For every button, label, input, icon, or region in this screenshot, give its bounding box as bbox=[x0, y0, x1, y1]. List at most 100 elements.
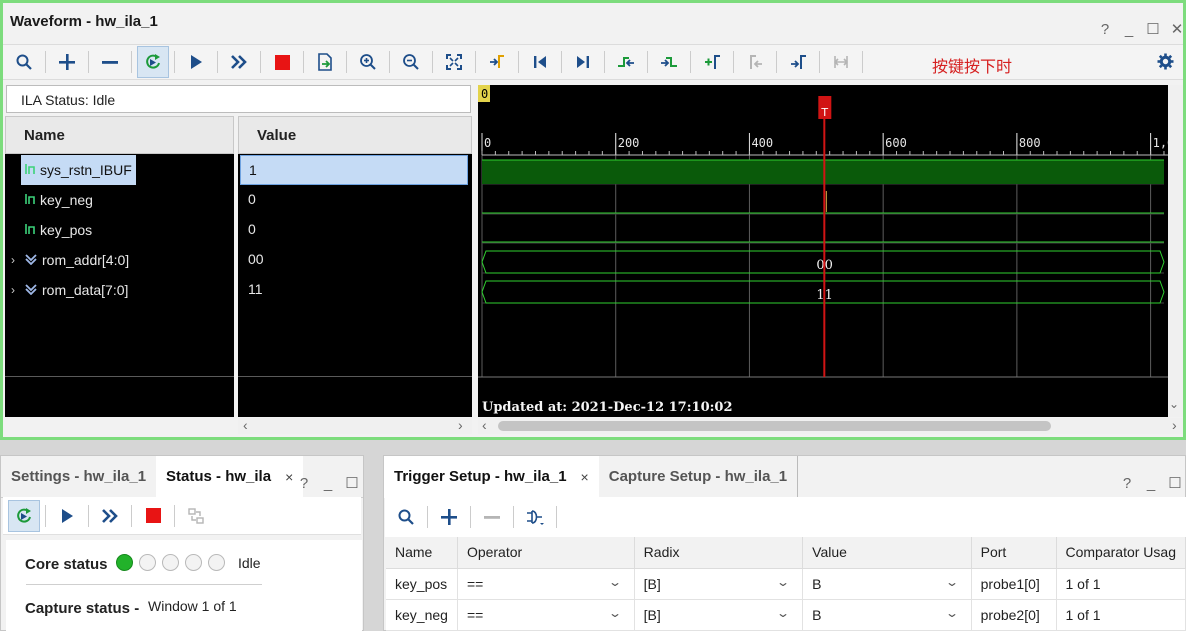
tab-trigger-setup[interactable]: Trigger Setup - hw_ila_1 × bbox=[384, 455, 599, 498]
export-icon[interactable] bbox=[304, 46, 346, 78]
trigger-condition-icon[interactable] bbox=[514, 501, 556, 533]
signal-value[interactable]: 00 bbox=[240, 245, 468, 275]
run-trigger-icon[interactable] bbox=[175, 46, 217, 78]
scroll-left-icon[interactable]: ‹ bbox=[243, 417, 248, 433]
settings-icon[interactable] bbox=[1157, 53, 1174, 75]
port-cell: probe1[0] bbox=[971, 568, 1057, 600]
chevron-right-icon[interactable]: › bbox=[5, 283, 21, 297]
go-to-cursor-icon[interactable] bbox=[476, 46, 518, 78]
previous-transition-icon[interactable] bbox=[605, 46, 647, 78]
value-column-header[interactable]: Value bbox=[238, 116, 472, 154]
zoom-in-icon[interactable] bbox=[347, 46, 389, 78]
scroll-left-icon[interactable]: ‹ bbox=[482, 417, 487, 433]
maximize-button[interactable]: ☐ bbox=[345, 474, 359, 492]
zoom-fit-icon[interactable] bbox=[433, 46, 475, 78]
scroll-right-icon[interactable]: › bbox=[1172, 417, 1177, 433]
bit-signal-icon bbox=[25, 193, 35, 208]
scrollbar-thumb[interactable] bbox=[498, 421, 1051, 431]
close-tab-icon[interactable]: × bbox=[581, 469, 589, 485]
auto-rearm-icon[interactable] bbox=[8, 499, 40, 532]
ruler-tick-label: 400 bbox=[751, 136, 773, 150]
trigger-panel-controls: ? _ ☐ bbox=[1120, 474, 1182, 493]
value-select[interactable]: B ⌄ bbox=[802, 568, 972, 600]
stop-icon[interactable] bbox=[261, 46, 303, 78]
operator-select[interactable]: == ⌄ bbox=[457, 599, 635, 631]
signal-value[interactable]: 0 bbox=[240, 185, 468, 215]
search-icon[interactable] bbox=[3, 46, 45, 78]
tab-settings[interactable]: Settings - hw_ila_1 bbox=[1, 456, 156, 498]
remove-probe-icon[interactable] bbox=[471, 501, 513, 533]
radix-select[interactable]: [B] ⌄ bbox=[634, 568, 804, 600]
previous-marker-icon[interactable] bbox=[734, 46, 776, 78]
core-status-value: Idle bbox=[238, 555, 261, 571]
chevron-down-icon[interactable]: ⌄ bbox=[608, 575, 622, 589]
trigger-setup-table: Name Operator Radix Value Port Comparato… bbox=[386, 537, 1186, 631]
signal-row[interactable]: › rom_addr[4:0] bbox=[5, 245, 234, 275]
status-dot bbox=[208, 553, 225, 571]
tab-capture-setup[interactable]: Capture Setup - hw_ila_1 bbox=[599, 455, 799, 498]
column-header-radix[interactable]: Radix bbox=[634, 537, 804, 569]
add-probe-icon[interactable] bbox=[428, 501, 470, 533]
operator-select[interactable]: == ⌄ bbox=[457, 568, 635, 600]
close-tab-icon[interactable]: × bbox=[285, 469, 293, 485]
run-immediate-icon[interactable] bbox=[218, 46, 260, 78]
minimize-button[interactable]: _ bbox=[1144, 475, 1158, 492]
column-header-value[interactable]: Value bbox=[802, 537, 972, 569]
name-column-header[interactable]: Name bbox=[5, 116, 234, 154]
minimize-button[interactable]: _ bbox=[321, 475, 335, 492]
signal-row[interactable]: sys_rstn_IBUF bbox=[5, 155, 234, 185]
go-to-end-icon[interactable] bbox=[562, 46, 604, 78]
signal-value[interactable]: 1 bbox=[240, 155, 468, 185]
next-transition-icon[interactable] bbox=[648, 46, 690, 78]
scroll-down-icon[interactable]: ⌄ bbox=[1169, 397, 1179, 411]
zoom-out-icon[interactable] bbox=[390, 46, 432, 78]
chevron-down-icon[interactable]: ⌄ bbox=[776, 606, 790, 620]
chevron-down-icon[interactable]: ⌄ bbox=[945, 575, 959, 589]
search-icon[interactable] bbox=[385, 501, 427, 533]
signal-row[interactable]: key_neg bbox=[5, 185, 234, 215]
run-trigger-icon[interactable] bbox=[46, 500, 88, 532]
signal-value[interactable]: 0 bbox=[240, 215, 468, 245]
status-dot bbox=[185, 553, 202, 571]
scroll-right-icon[interactable]: › bbox=[458, 417, 463, 433]
column-header-port[interactable]: Port bbox=[971, 537, 1057, 569]
chevron-down-icon[interactable]: ⌄ bbox=[608, 606, 622, 620]
waveform-canvas[interactable]: 002004006008001,00011TUpdated at: 2021-D… bbox=[478, 85, 1168, 417]
names-horizontal-scrollbar[interactable]: ‹ › bbox=[238, 417, 472, 434]
chevron-down-icon[interactable]: ⌄ bbox=[945, 606, 959, 620]
maximize-button[interactable]: ☐ bbox=[1168, 474, 1182, 492]
value-select[interactable]: B ⌄ bbox=[802, 599, 972, 631]
bus-signal-icon bbox=[25, 253, 37, 268]
close-button[interactable]: ✕ bbox=[1170, 20, 1184, 38]
help-button[interactable]: ? bbox=[1098, 21, 1112, 38]
signal-row[interactable]: › rom_data[7:0] bbox=[5, 275, 234, 305]
status-body: Core status Idle Capture status - Window… bbox=[6, 540, 362, 631]
tab-status[interactable]: Status - hw_ila × bbox=[156, 455, 304, 498]
radix-select[interactable]: [B] ⌄ bbox=[634, 599, 804, 631]
run-immediate-icon[interactable] bbox=[89, 500, 131, 532]
maximize-button[interactable]: ☐ bbox=[1146, 20, 1160, 38]
signal-value-list: 1 0 0 00 11 bbox=[238, 154, 472, 417]
chevron-down-icon[interactable]: ⌄ bbox=[776, 575, 790, 589]
table-row[interactable]: key_neg == ⌄ [B] ⌄ B ⌄ probe2[0] 1 of 1 bbox=[386, 599, 1186, 631]
minimize-button[interactable]: _ bbox=[1122, 21, 1136, 38]
help-button[interactable]: ? bbox=[297, 475, 311, 492]
auto-rearm-icon[interactable] bbox=[137, 46, 169, 78]
swap-cursors-icon[interactable] bbox=[820, 46, 862, 78]
signal-row[interactable]: key_pos bbox=[5, 215, 234, 245]
signal-high-fill bbox=[482, 160, 1164, 184]
column-header-name[interactable]: Name bbox=[386, 537, 458, 569]
remove-icon[interactable] bbox=[89, 46, 131, 78]
add-icon[interactable] bbox=[46, 46, 88, 78]
stop-icon[interactable] bbox=[132, 500, 174, 532]
add-marker-icon[interactable] bbox=[691, 46, 733, 78]
column-header-comparator-usage[interactable]: Comparator Usag bbox=[1056, 537, 1186, 569]
column-header-operator[interactable]: Operator bbox=[457, 537, 635, 569]
signal-value[interactable]: 11 bbox=[240, 275, 468, 305]
chevron-right-icon[interactable]: › bbox=[5, 253, 21, 267]
next-marker-icon[interactable] bbox=[777, 46, 819, 78]
go-to-start-icon[interactable] bbox=[519, 46, 561, 78]
help-button[interactable]: ? bbox=[1120, 475, 1134, 492]
waveform-vertical-scrollbar[interactable]: ⌄ bbox=[1168, 85, 1183, 417]
table-row[interactable]: key_pos == ⌄ [B] ⌄ B ⌄ probe1[0] 1 of 1 bbox=[386, 568, 1186, 600]
